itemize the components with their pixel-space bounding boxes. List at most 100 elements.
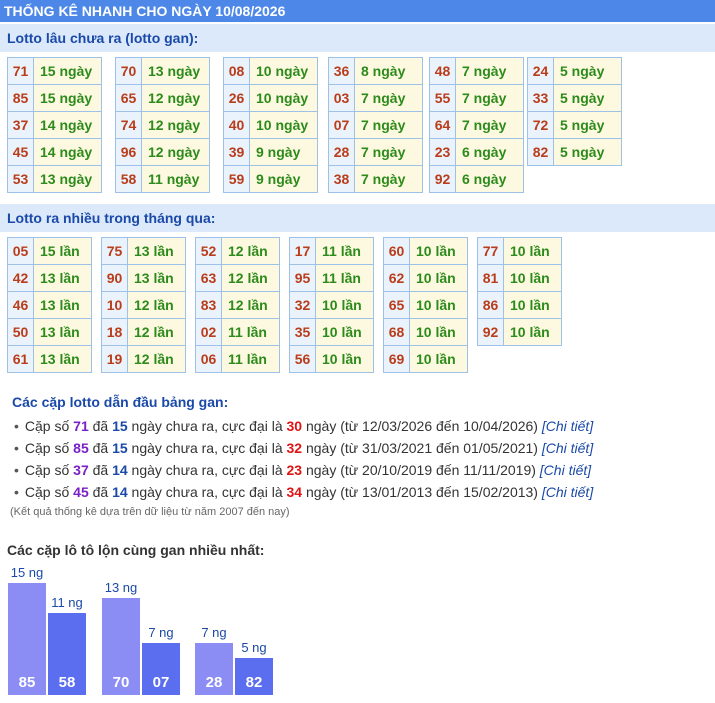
lotto-number[interactable]: 08: [223, 57, 250, 85]
gan-section-title: Lotto lâu chưa ra (lotto gan):: [0, 24, 715, 52]
bullet-icon: •: [14, 462, 19, 478]
lotto-number[interactable]: 69: [383, 345, 410, 373]
stat-table: 36 8 ngày 03 7 ngày 07 7 ngày 28 7 ngày 38 7 ngày: [328, 57, 423, 193]
lotto-number[interactable]: 60: [383, 237, 410, 265]
lotto-number[interactable]: 38: [328, 165, 355, 193]
bar-category-label: 70: [112, 674, 130, 691]
lotto-count: 7 ngày: [354, 84, 423, 112]
lotto-number[interactable]: 17: [289, 237, 316, 265]
bar: 85: [8, 582, 46, 695]
lotto-number[interactable]: 58: [115, 165, 142, 193]
lotto-number[interactable]: 23: [429, 138, 456, 166]
list-item: • Cặp số 45 đã 14 ngày chưa ra, cực đại l…: [14, 481, 593, 503]
lotto-number[interactable]: 55: [429, 84, 456, 112]
lotto-number[interactable]: 77: [477, 237, 504, 265]
lotto-count: 10 lần: [503, 318, 562, 346]
desc-text: ngày chưa ra, cực đại là: [127, 462, 287, 478]
lotto-number[interactable]: 83: [195, 291, 222, 319]
lotto-number[interactable]: 85: [7, 84, 34, 112]
stat-table: 71 15 ngày 85 15 ngày 37 14 ngày 45 14 ngày 53 13…: [7, 57, 102, 193]
lotto-number[interactable]: 64: [429, 111, 456, 139]
table-row: 75 13 lần: [101, 237, 186, 265]
bar-category-label: 58: [58, 674, 76, 691]
lotto-number[interactable]: 65: [383, 291, 410, 319]
lotto-number[interactable]: 61: [7, 345, 34, 373]
lotto-number[interactable]: 75: [101, 237, 128, 265]
stat-table: 75 13 lần 90 13 lần 10 12 lần 18 12 lần 19 12 lần: [101, 237, 186, 373]
lotto-number[interactable]: 95: [289, 264, 316, 292]
lotto-number[interactable]: 18: [101, 318, 128, 346]
lotto-number[interactable]: 72: [527, 111, 554, 139]
lotto-number[interactable]: 19: [101, 345, 128, 373]
lotto-number[interactable]: 02: [195, 318, 222, 346]
lotto-number[interactable]: 03: [328, 84, 355, 112]
lotto-number[interactable]: 90: [101, 264, 128, 292]
table-row: 85 15 ngày: [7, 84, 102, 112]
lotto-number[interactable]: 37: [7, 111, 34, 139]
lotto-number[interactable]: 81: [477, 264, 504, 292]
lotto-number[interactable]: 86: [477, 291, 504, 319]
lotto-number[interactable]: 65: [115, 84, 142, 112]
table-row: 92 6 ngày: [429, 165, 524, 193]
lotto-number[interactable]: 35: [289, 318, 316, 346]
lotto-number[interactable]: 59: [223, 165, 250, 193]
lotto-count: 6 ngày: [455, 138, 524, 166]
lotto-number[interactable]: 40: [223, 111, 250, 139]
lotto-number[interactable]: 46: [7, 291, 34, 319]
lotto-number[interactable]: 82: [527, 138, 554, 166]
table-row: 96 12 ngày: [115, 138, 210, 166]
lotto-number[interactable]: 92: [477, 318, 504, 346]
lotto-number[interactable]: 42: [7, 264, 34, 292]
lotto-number[interactable]: 74: [115, 111, 142, 139]
lotto-number[interactable]: 48: [429, 57, 456, 85]
lotto-count: 8 ngày: [354, 57, 423, 85]
bullet-icon: •: [14, 484, 19, 500]
table-row: 55 7 ngày: [429, 84, 524, 112]
table-row: 35 10 lần: [289, 318, 374, 346]
table-row: 86 10 lần: [477, 291, 562, 319]
lotto-count: 15 ngày: [33, 84, 102, 112]
lotto-number[interactable]: 68: [383, 318, 410, 346]
lotto-number[interactable]: 05: [7, 237, 34, 265]
table-row: 07 7 ngày: [328, 111, 423, 139]
lotto-count: 14 ngày: [33, 111, 102, 139]
lotto-number[interactable]: 45: [7, 138, 34, 166]
bar: 58: [48, 612, 86, 695]
bar-value-label: 7 ng: [201, 624, 227, 640]
lotto-number[interactable]: 36: [328, 57, 355, 85]
lotto-count: 7 ngày: [455, 111, 524, 139]
lotto-number[interactable]: 26: [223, 84, 250, 112]
lotto-count: 11 ngày: [141, 165, 210, 193]
lotto-number[interactable]: 63: [195, 264, 222, 292]
lotto-number[interactable]: 53: [7, 165, 34, 193]
lotto-number[interactable]: 10: [101, 291, 128, 319]
lotto-count: 9 ngày: [249, 138, 318, 166]
table-row: 74 12 ngày: [115, 111, 210, 139]
detail-link[interactable]: [Chi tiết]: [542, 440, 593, 456]
table-row: 70 13 ngày: [115, 57, 210, 85]
lotto-number[interactable]: 52: [195, 237, 222, 265]
lotto-number[interactable]: 62: [383, 264, 410, 292]
lotto-number[interactable]: 07: [328, 111, 355, 139]
lotto-number[interactable]: 96: [115, 138, 142, 166]
lotto-number[interactable]: 32: [289, 291, 316, 319]
lotto-number[interactable]: 24: [527, 57, 554, 85]
detail-link[interactable]: [Chi tiết]: [542, 418, 593, 434]
lotto-number[interactable]: 39: [223, 138, 250, 166]
table-row: 58 11 ngày: [115, 165, 210, 193]
da-text: đã: [88, 440, 113, 456]
lotto-number[interactable]: 71: [7, 57, 34, 85]
lotto-number[interactable]: 70: [115, 57, 142, 85]
lotto-count: 10 lần: [503, 291, 562, 319]
lotto-number[interactable]: 56: [289, 345, 316, 373]
lotto-number[interactable]: 33: [527, 84, 554, 112]
lotto-number[interactable]: 50: [7, 318, 34, 346]
detail-link[interactable]: [Chi tiết]: [542, 484, 593, 500]
lotto-number[interactable]: 06: [195, 345, 222, 373]
lotto-count: 10 lần: [315, 291, 374, 319]
unit-text: ngày: [302, 484, 341, 500]
lotto-number[interactable]: 28: [328, 138, 355, 166]
lotto-number[interactable]: 92: [429, 165, 456, 193]
date-range: (từ 31/03/2021 đến 01/05/2021): [340, 440, 538, 456]
detail-link[interactable]: [Chi tiết]: [540, 462, 591, 478]
